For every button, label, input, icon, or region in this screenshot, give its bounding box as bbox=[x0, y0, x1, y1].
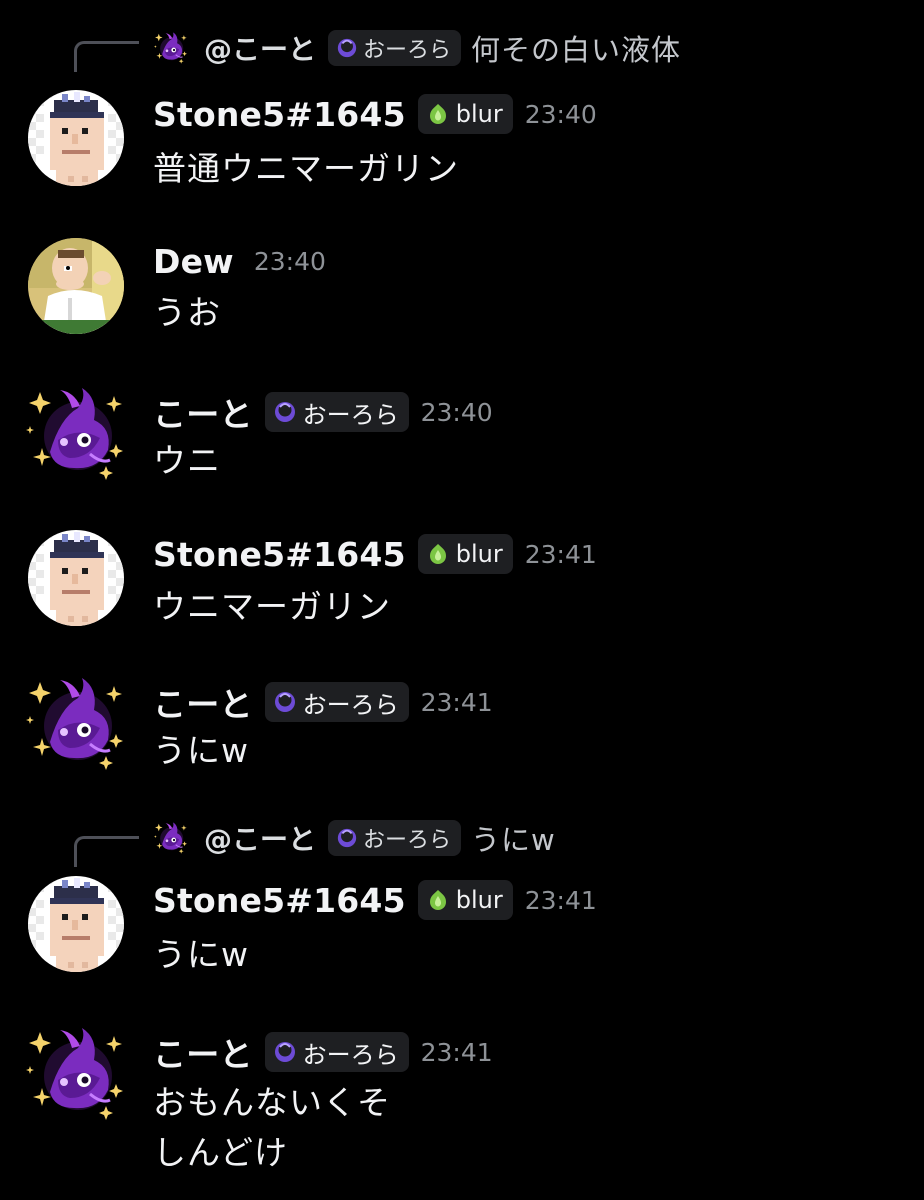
timestamp: 23:40 bbox=[524, 99, 597, 129]
reply-spine bbox=[74, 41, 139, 72]
role-tag-label: おーろら bbox=[363, 828, 452, 853]
green-leaf-icon bbox=[426, 542, 450, 566]
message-text: うお bbox=[153, 293, 221, 332]
timestamp: 23:40 bbox=[420, 397, 493, 427]
username[interactable]: こーと bbox=[153, 388, 253, 436]
purple-creature-avatar bbox=[152, 819, 190, 857]
role-tag-label: おーろら bbox=[363, 38, 452, 63]
message-text: しんどけ bbox=[153, 1133, 289, 1172]
role-tag-label: blur bbox=[455, 100, 503, 128]
role-tag: おーろら bbox=[264, 682, 409, 722]
role-tag-label: おーろら bbox=[302, 1040, 399, 1069]
message-text: おもんないくそ bbox=[153, 1083, 391, 1122]
role-tag-label: おーろら bbox=[302, 690, 399, 719]
username[interactable]: Stone5#1645 bbox=[153, 95, 406, 134]
message-header: Dew 23:40 bbox=[153, 242, 326, 281]
role-tag: おーろら bbox=[328, 30, 462, 66]
pixel-face-avatar[interactable] bbox=[28, 876, 124, 972]
message-header: Stone5#1645 blur 23:41 bbox=[153, 534, 597, 574]
username[interactable]: Stone5#1645 bbox=[153, 535, 406, 574]
role-tag: おーろら bbox=[264, 392, 409, 432]
message-header: こーと おーろら 23:41 bbox=[153, 678, 493, 726]
pixel-face-avatar[interactable] bbox=[28, 90, 124, 186]
purple-creature-avatar[interactable] bbox=[20, 378, 132, 490]
timestamp: 23:41 bbox=[420, 687, 493, 717]
reply-text[interactable]: うにw bbox=[471, 817, 556, 859]
reply-preview[interactable]: @こーと おーろら うにw bbox=[0, 816, 924, 867]
role-tag: blur bbox=[417, 880, 513, 920]
message-header: Stone5#1645 blur 23:41 bbox=[153, 880, 597, 920]
purple-swirl-icon bbox=[273, 1040, 297, 1064]
reply-row[interactable]: @こーと おーろら 何その白い液体 bbox=[152, 26, 681, 70]
green-leaf-icon bbox=[426, 888, 450, 912]
role-tag: blur bbox=[417, 534, 513, 574]
purple-swirl-icon bbox=[273, 690, 297, 714]
reply-mention[interactable]: @こーと bbox=[204, 28, 316, 68]
message-header: こーと おーろら 23:41 bbox=[153, 1028, 493, 1076]
purple-swirl-icon bbox=[336, 827, 358, 849]
purple-swirl-icon bbox=[273, 400, 297, 424]
pixel-face-avatar[interactable] bbox=[28, 530, 124, 626]
message-header: こーと おーろら 23:40 bbox=[153, 388, 493, 436]
reply-preview[interactable]: @こーと おーろら 何その白い液体 bbox=[0, 26, 924, 72]
role-tag: おーろら bbox=[264, 1032, 409, 1072]
purple-swirl-icon bbox=[336, 37, 358, 59]
role-tag: おーろら bbox=[328, 820, 462, 856]
message-text: ウニマーガリン bbox=[153, 587, 391, 626]
username[interactable]: こーと bbox=[153, 1028, 253, 1076]
reply-mention[interactable]: @こーと bbox=[204, 818, 316, 858]
purple-creature-avatar[interactable] bbox=[20, 668, 132, 780]
timestamp: 23:41 bbox=[524, 885, 597, 915]
purple-creature-avatar[interactable] bbox=[20, 1018, 132, 1130]
username[interactable]: Dew bbox=[153, 242, 234, 281]
message-text: うにw bbox=[153, 731, 249, 770]
message-text: うにw bbox=[153, 935, 249, 974]
cartoon-man-avatar[interactable] bbox=[28, 238, 124, 334]
message-text: ウニ bbox=[153, 441, 221, 480]
message-text: 普通ウニマーガリン bbox=[153, 149, 459, 188]
timestamp: 23:41 bbox=[420, 1037, 493, 1067]
reply-text[interactable]: 何その白い液体 bbox=[471, 27, 681, 69]
username[interactable]: こーと bbox=[153, 678, 253, 726]
role-tag-label: blur bbox=[455, 540, 503, 568]
reply-spine bbox=[74, 836, 139, 867]
message-header: Stone5#1645 blur 23:40 bbox=[153, 94, 597, 134]
timestamp: 23:41 bbox=[524, 539, 597, 569]
purple-creature-avatar bbox=[152, 29, 190, 67]
role-tag-label: blur bbox=[455, 886, 503, 914]
timestamp: 23:40 bbox=[253, 247, 326, 276]
green-leaf-icon bbox=[426, 102, 450, 126]
role-tag: blur bbox=[417, 94, 513, 134]
username[interactable]: Stone5#1645 bbox=[153, 881, 406, 920]
role-tag-label: おーろら bbox=[302, 400, 399, 429]
reply-row[interactable]: @こーと おーろら うにw bbox=[152, 816, 556, 860]
